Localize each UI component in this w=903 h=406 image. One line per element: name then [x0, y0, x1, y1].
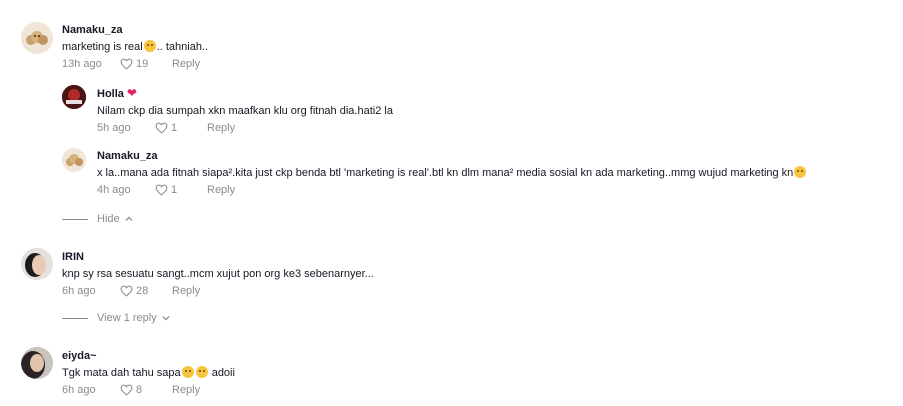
like-button[interactable]: 1	[155, 121, 207, 135]
divider-line	[62, 218, 88, 220]
like-button[interactable]: 1	[155, 183, 207, 197]
divider-line	[62, 317, 88, 319]
comment-meta: 13h ago 19 Reply	[62, 57, 208, 71]
reply-button[interactable]: Reply	[172, 383, 200, 397]
chevron-up-icon	[125, 216, 133, 222]
username: Holla ❤	[97, 86, 393, 101]
like-count: 8	[136, 384, 143, 396]
comment-text-before: marketing is real	[62, 41, 143, 53]
timestamp: 6h ago	[62, 384, 96, 396]
like-button[interactable]: 8	[120, 383, 172, 397]
avatar[interactable]	[62, 85, 86, 109]
username[interactable]: Namaku_za	[97, 149, 807, 163]
heart-outline-icon	[155, 184, 168, 196]
relieved-emoji-icon	[794, 166, 807, 178]
comment-text: Tgk mata dah tahu sapa adoii	[62, 366, 235, 380]
heart-outline-icon	[120, 58, 133, 70]
like-count: 1	[171, 184, 178, 196]
like-button[interactable]: 28	[120, 284, 172, 298]
view-replies-toggle[interactable]: View 1 reply	[62, 312, 170, 324]
heart-outline-icon	[120, 384, 133, 396]
reply-button[interactable]: Reply	[172, 284, 200, 298]
reply-button[interactable]: Reply	[207, 183, 235, 197]
timestamp: 6h ago	[62, 285, 96, 297]
comment-meta: 4h ago 1 Reply	[97, 183, 807, 197]
timestamp: 4h ago	[97, 184, 131, 196]
like-count: 28	[136, 285, 149, 297]
avatar-image	[62, 85, 86, 109]
like-count: 1	[171, 122, 178, 134]
avatar-image	[21, 347, 53, 379]
smiling-emoji-icon	[143, 40, 156, 52]
red-heart-icon: ❤	[126, 86, 137, 100]
comment-text: x la..mana ada fitnah siapa².kita just c…	[97, 166, 807, 180]
avatar[interactable]	[21, 22, 53, 54]
toggle-label: View 1 reply	[97, 312, 157, 324]
chevron-down-icon	[162, 315, 170, 321]
username[interactable]: IRIN	[62, 250, 374, 264]
avatar-image	[21, 22, 53, 54]
thinking-emoji-icon	[195, 366, 208, 378]
comment-text: Nilam ckp dia sumpah xkn maafkan klu org…	[97, 105, 393, 117]
hide-replies-toggle[interactable]: Hide	[62, 213, 133, 225]
comment-text: knp sy rsa sesuatu sangt..mcm xujut pon …	[62, 268, 374, 280]
comment-meta: 6h ago 28 Reply	[62, 284, 374, 298]
reply-button[interactable]: Reply	[207, 121, 235, 135]
heart-outline-icon	[155, 122, 168, 134]
thinking-emoji-icon	[181, 366, 194, 378]
comment-text-before: Tgk mata dah tahu sapa	[62, 367, 181, 379]
avatar-image	[62, 148, 86, 172]
comment-meta: 6h ago 8 Reply	[62, 383, 235, 397]
like-button[interactable]: 19	[120, 57, 172, 71]
comment-text-after: .. tahniah..	[156, 41, 209, 53]
username-text[interactable]: Holla	[97, 88, 124, 100]
timestamp: 13h ago	[62, 58, 102, 70]
timestamp: 5h ago	[97, 122, 131, 134]
avatar-image	[21, 248, 53, 280]
reply-button[interactable]: Reply	[172, 57, 200, 71]
comment-text-after: adoii	[208, 367, 235, 379]
heart-outline-icon	[120, 285, 133, 297]
comment-text: marketing is real .. tahniah..	[62, 40, 208, 54]
comment-meta: 5h ago 1 Reply	[97, 121, 393, 135]
username[interactable]: Namaku_za	[62, 23, 208, 37]
toggle-label: Hide	[97, 213, 120, 225]
like-count: 19	[136, 58, 149, 70]
avatar[interactable]	[21, 347, 53, 379]
username[interactable]: eiyda~	[62, 349, 235, 363]
comment-text-main: x la..mana ada fitnah siapa².kita just c…	[97, 167, 794, 179]
avatar[interactable]	[21, 248, 53, 280]
avatar[interactable]	[62, 148, 86, 172]
